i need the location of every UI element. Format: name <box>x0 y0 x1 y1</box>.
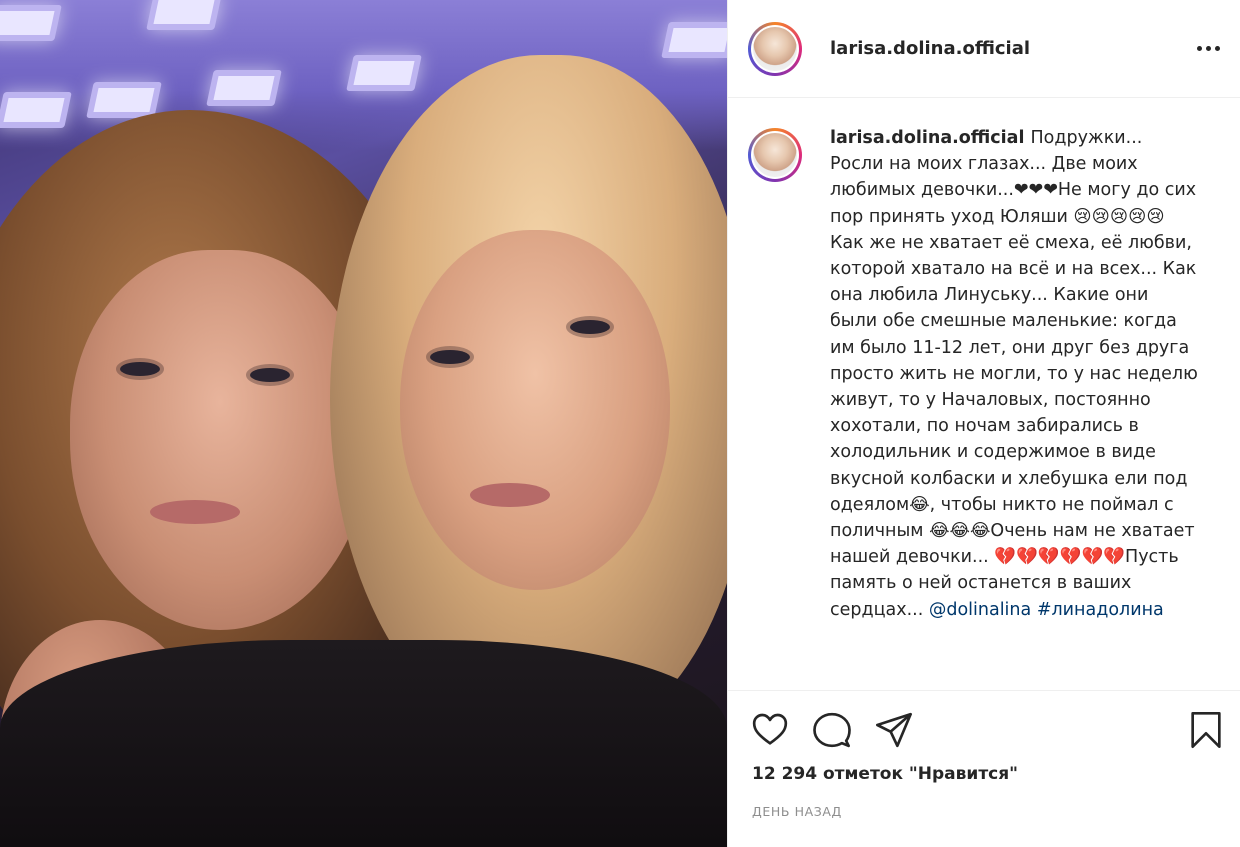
eye <box>120 362 160 376</box>
author-avatar[interactable] <box>748 21 802 76</box>
heart-icon[interactable] <box>750 710 790 750</box>
post-header: larisa.dolina.official <box>728 0 1240 98</box>
post-caption: larisa.dolina.official Подружки... Росли … <box>748 125 1228 623</box>
lips <box>470 483 550 507</box>
bookmark-icon[interactable] <box>1186 710 1226 750</box>
ceiling-light <box>206 70 282 106</box>
author-username[interactable]: larisa.dolina.official <box>830 38 1193 59</box>
more-icon[interactable] <box>1193 40 1224 57</box>
post-actions <box>750 708 1226 752</box>
clothing <box>0 640 727 847</box>
ceiling-light <box>346 55 422 91</box>
caption-hashtag[interactable]: #линадолина <box>1037 600 1164 620</box>
comment-icon[interactable] <box>812 710 852 750</box>
ceiling-light <box>0 92 72 128</box>
ceiling-light <box>86 82 162 118</box>
post-side-panel: larisa.dolina.official larisa.dolina.off… <box>727 0 1240 847</box>
caption-avatar[interactable] <box>748 128 802 182</box>
caption-username[interactable]: larisa.dolina.official <box>830 128 1025 148</box>
divider <box>728 690 1240 691</box>
eye <box>570 320 610 334</box>
caption-body: Подружки... Росли на моих глазах... Две … <box>830 128 1198 620</box>
caption-text: larisa.dolina.official Подружки... Росли … <box>830 125 1200 623</box>
likes-count[interactable]: 12 294 отметок "Нравится" <box>752 764 1018 784</box>
caption-mention[interactable]: @dolinalina <box>929 600 1031 620</box>
right-person-face <box>400 230 670 590</box>
eye <box>430 350 470 364</box>
ceiling-light <box>146 0 222 30</box>
lips <box>150 500 240 524</box>
post-photo[interactable] <box>0 0 727 847</box>
post-timestamp[interactable]: ДЕНЬ НАЗАД <box>752 804 842 819</box>
left-person-face <box>70 250 370 630</box>
eye <box>250 368 290 382</box>
ceiling-light <box>0 5 62 41</box>
share-icon[interactable] <box>874 710 914 750</box>
instagram-post: larisa.dolina.official larisa.dolina.off… <box>0 0 1240 847</box>
ceiling-light <box>661 22 727 58</box>
